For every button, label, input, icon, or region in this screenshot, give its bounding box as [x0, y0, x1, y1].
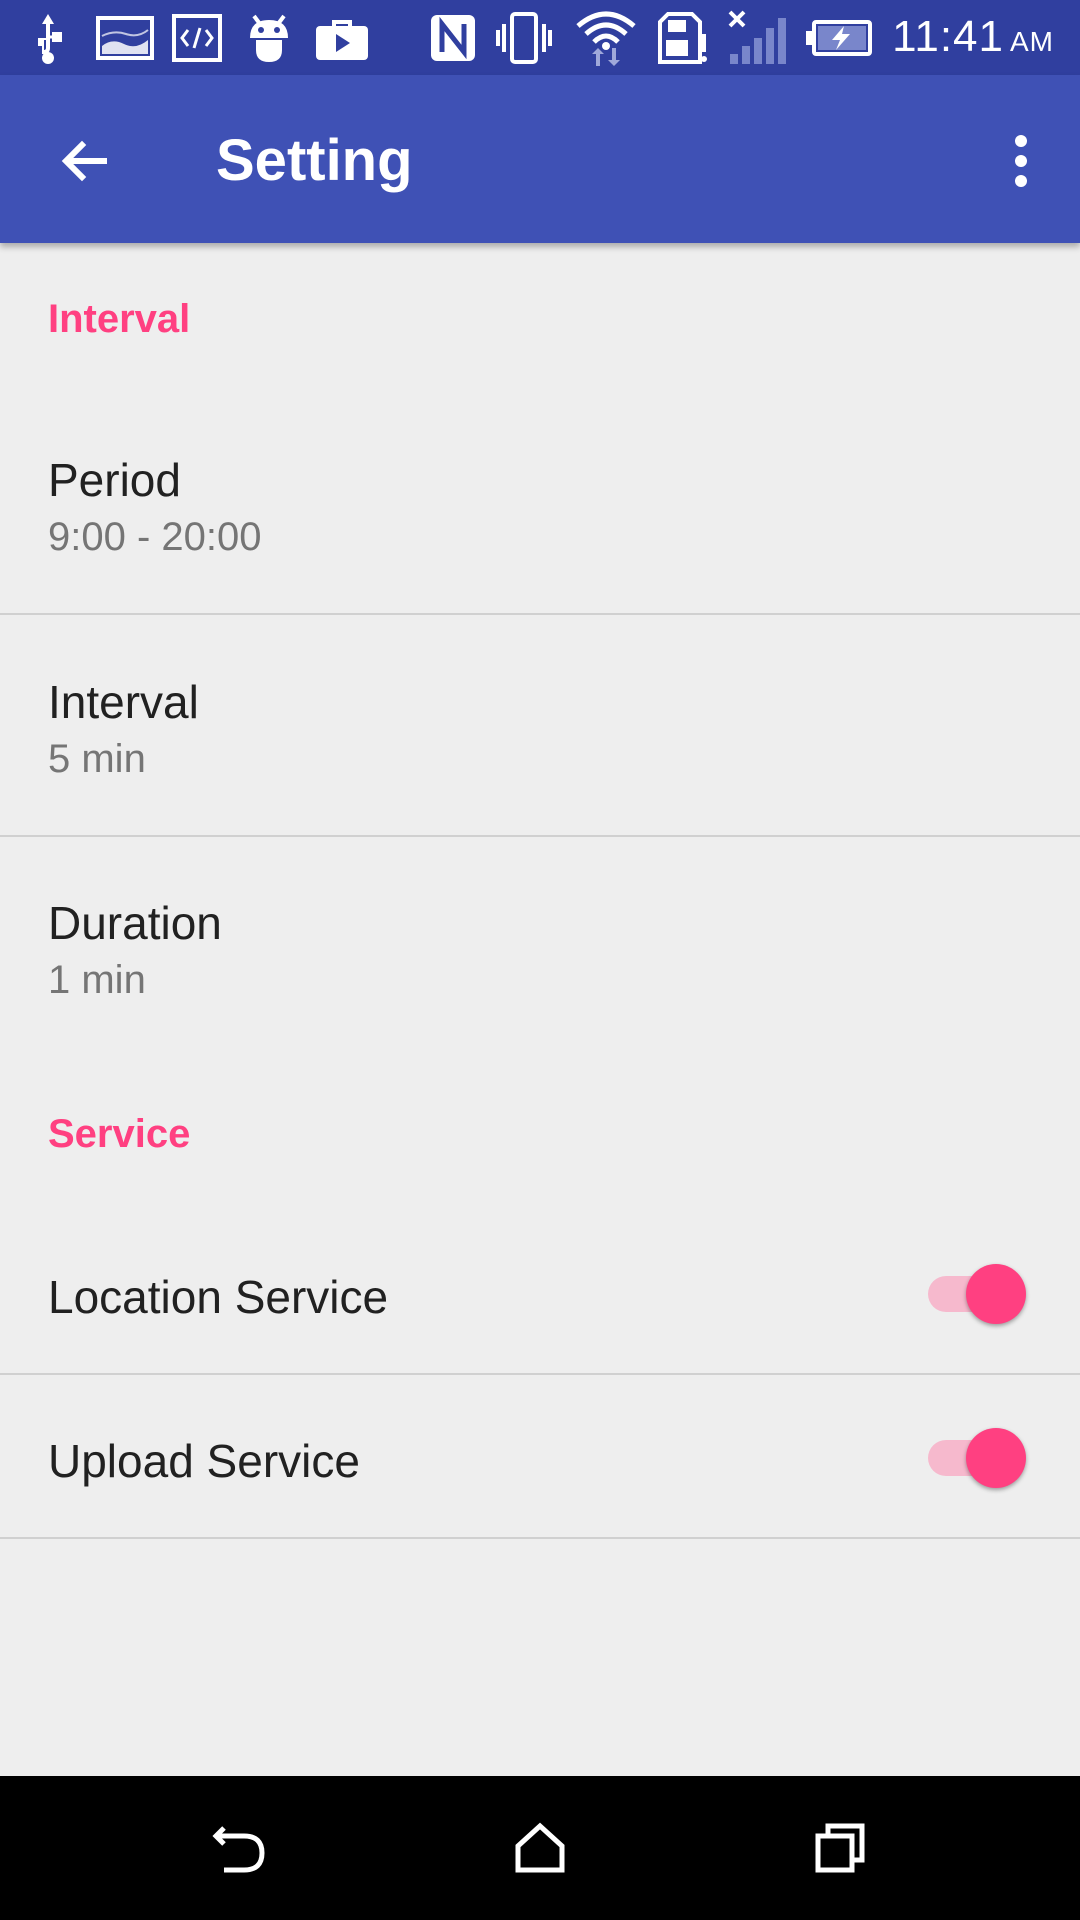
- divider: [0, 835, 1080, 837]
- clock: 11:41 AM: [892, 12, 1054, 62]
- divider: [0, 1537, 1080, 1539]
- image-icon: [96, 8, 154, 68]
- switch-thumb: [966, 1264, 1026, 1324]
- more-vert-icon: [1015, 135, 1027, 187]
- upload-service-switch[interactable]: [928, 1426, 1026, 1488]
- pref-title-period[interactable]: Period: [48, 453, 181, 507]
- nav-home-button[interactable]: [500, 1808, 580, 1888]
- pref-title-duration[interactable]: Duration: [48, 896, 222, 950]
- usb-icon: [28, 8, 68, 68]
- pref-summary-interval: 5 min: [48, 737, 146, 781]
- navigation-bar: [0, 1776, 1080, 1920]
- section-header-interval: Interval: [48, 297, 191, 341]
- sd-card-icon: [654, 8, 710, 68]
- divider: [0, 613, 1080, 615]
- clock-ampm: AM: [1010, 26, 1054, 57]
- app-bar: Setting: [0, 75, 1080, 243]
- video-briefcase-icon: [312, 8, 372, 68]
- pref-summary-period: 9:00 - 20:00: [48, 515, 262, 559]
- overflow-menu-button[interactable]: [986, 121, 1056, 201]
- vibrate-icon: [494, 8, 554, 68]
- wifi-icon: [574, 8, 638, 68]
- pref-title-location-service[interactable]: Location Service: [48, 1270, 388, 1324]
- location-service-switch[interactable]: [928, 1262, 1026, 1324]
- pref-title-interval[interactable]: Interval: [48, 675, 199, 729]
- page-title: Setting: [216, 128, 413, 193]
- home-icon: [515, 1822, 565, 1873]
- back-button[interactable]: [44, 121, 124, 201]
- clock-time: 11:41: [892, 12, 1004, 61]
- pref-summary-duration: 1 min: [48, 958, 146, 1002]
- android-icon: [246, 8, 292, 68]
- code-icon: [172, 8, 222, 68]
- nav-recents-button[interactable]: [800, 1808, 880, 1888]
- nfc-icon: [428, 8, 478, 68]
- status-bar: 11:41 AM: [0, 0, 1080, 75]
- recents-icon: [815, 1823, 865, 1873]
- arrow-back-icon: [61, 140, 107, 182]
- switch-thumb: [966, 1428, 1026, 1488]
- pref-title-upload-service[interactable]: Upload Service: [48, 1434, 360, 1488]
- nav-back-button[interactable]: [200, 1808, 280, 1888]
- back-icon: [212, 1826, 265, 1873]
- signal-no-service-icon: [726, 8, 786, 68]
- screen: 11:41 AM Setting Interval Period 9:00 - 2…: [0, 0, 1080, 1920]
- section-header-service: Service: [48, 1112, 191, 1156]
- battery-charging-icon: [804, 8, 874, 68]
- divider: [0, 1373, 1080, 1375]
